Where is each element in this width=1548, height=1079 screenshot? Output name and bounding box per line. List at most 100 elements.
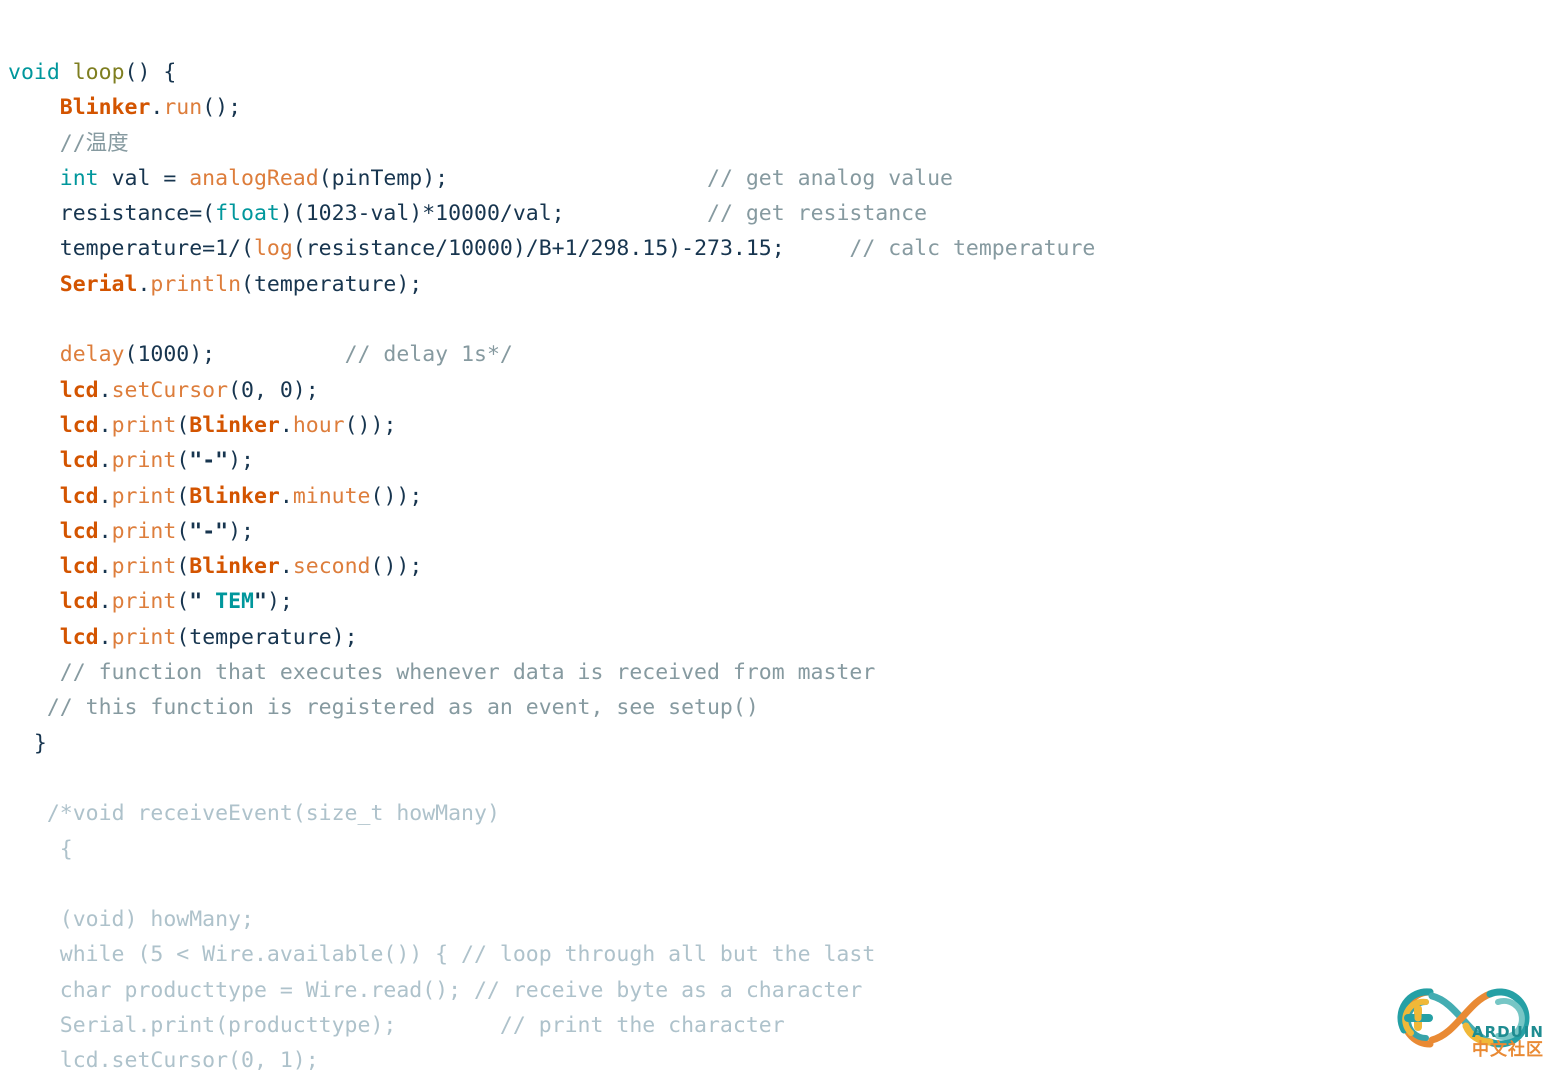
code-token: ();: [202, 95, 242, 121]
code-line: lcd.setCursor(0, 1);: [0, 1043, 1548, 1078]
code-token: loop: [72, 60, 125, 85]
code-token: minute: [292, 483, 371, 509]
code-token: print: [111, 589, 177, 615]
code-token: .: [98, 412, 112, 438]
code-token: print: [111, 448, 177, 474]
code-token: lcd.setCursor(0, 1);: [59, 1048, 319, 1074]
code-token: float: [215, 201, 280, 227]
code-token: ());: [370, 554, 423, 580]
code-line: /*void receiveEvent(size_t howMany): [0, 796, 1548, 831]
code-line: temperature=1/(log(resistance/10000)/B+1…: [0, 231, 1548, 266]
code-token: ": [254, 589, 267, 615]
code-token: Blinker: [189, 554, 280, 580]
code-token: temperature=1/(: [8, 236, 254, 262]
code-token: (: [176, 483, 190, 509]
code-line: lcd.setCursor(0, 0);: [0, 373, 1548, 408]
code-line: Serial.println(temperature);: [0, 267, 1548, 302]
code-token: print: [111, 483, 177, 509]
code-token: // get resistance: [707, 201, 928, 227]
code-token: lcd: [59, 483, 99, 509]
code-token: /*void receiveEvent(size_t howMany): [46, 801, 500, 827]
code-token: .: [98, 377, 112, 403]
code-token: run: [163, 95, 203, 121]
code-token: (: [176, 448, 190, 474]
code-token: // function that executes whenever data …: [59, 660, 876, 686]
code-token: lcd: [59, 377, 99, 403]
code-token: (resistance/10000)/B+1/298.15)-273.15;: [292, 236, 785, 262]
code-token: Blinker: [189, 483, 280, 509]
code-token: //温度: [59, 130, 129, 156]
code-token: char producttype = Wire.read(); // recei…: [59, 977, 863, 1003]
code-token: )(1023-val)*10000/val;: [279, 201, 565, 227]
code-token: .: [279, 483, 293, 509]
code-line: resistance=(float)(1023-val)*10000/val; …: [0, 196, 1548, 231]
code-line: // this function is registered as an eve…: [0, 690, 1548, 725]
code-line: (void) howMany;: [0, 902, 1548, 937]
code-token: "-": [189, 448, 229, 474]
code-line: void loop() {: [0, 55, 1548, 90]
code-token: .: [279, 554, 293, 580]
code-token: {: [59, 836, 73, 862]
code-line: lcd.print("-");: [0, 514, 1548, 549]
code-token: .: [98, 554, 112, 580]
code-token: (void) howMany;: [59, 907, 254, 933]
code-line: Serial.print(producttype); // print the …: [0, 1008, 1548, 1043]
code-line: lcd.print(Blinker.hour());: [0, 408, 1548, 443]
code-token: // calc temperature: [849, 236, 1096, 262]
code-token: (temperature);: [241, 271, 423, 297]
code-token: .: [98, 518, 112, 544]
code-token: log: [253, 236, 293, 262]
code-token: () {: [124, 60, 177, 85]
code-token: // get analog value: [707, 165, 953, 191]
code-token: );: [266, 589, 293, 615]
code-token: lcd: [59, 412, 99, 438]
code-token: setCursor: [111, 377, 229, 403]
code-token: val =: [98, 165, 190, 191]
code-token: while (5 < Wire.available()) { // loop t…: [59, 942, 876, 968]
code-token: (1000);: [124, 342, 216, 368]
arduino-infinity-logo-icon: ARDUINO 中文社区: [1397, 988, 1544, 1060]
code-listing: void loop() { Blinker.run(); //温度 int va…: [0, 55, 1548, 1079]
code-token: );: [228, 448, 254, 474]
code-line: lcd.print(" TEM");: [0, 584, 1548, 619]
code-line: }: [0, 726, 1548, 761]
code-token: (pinTemp);: [318, 165, 449, 191]
code-token: .: [98, 448, 112, 474]
code-token: print: [111, 554, 177, 580]
code-token: .: [150, 95, 164, 121]
code-line: lcd.print(Blinker.minute());: [0, 479, 1548, 514]
code-token: .: [98, 589, 112, 615]
code-token: ": [189, 589, 216, 615]
code-token: print: [111, 518, 177, 544]
code-token: println: [150, 271, 242, 297]
code-token: Serial.print(producttype); // print the …: [59, 1013, 785, 1039]
code-line: char producttype = Wire.read(); // recei…: [0, 973, 1548, 1008]
watermark-community-text: 中文社区: [1472, 1039, 1544, 1060]
code-token: .: [137, 271, 151, 297]
code-token: hour: [292, 412, 345, 438]
code-token: }: [8, 730, 47, 756]
code-token: int: [59, 165, 99, 191]
